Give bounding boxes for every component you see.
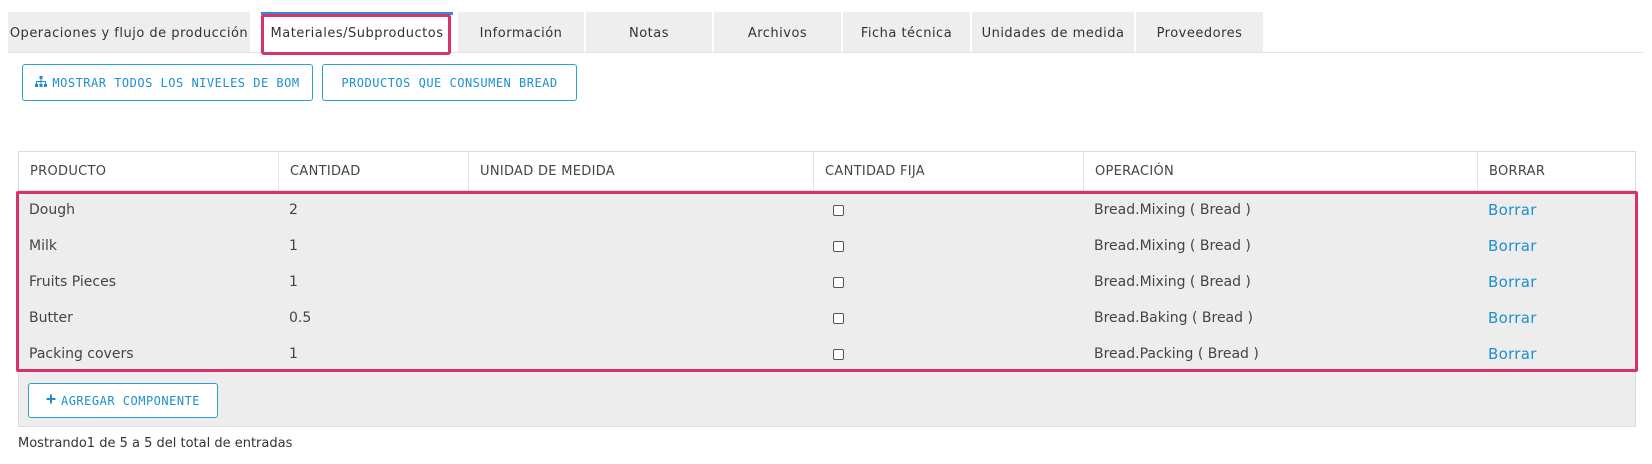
tab-proveedores[interactable]: Proveedores: [1136, 12, 1263, 52]
products-consuming-label: PRODUCTOS QUE CONSUMEN BREAD: [341, 75, 558, 90]
tab-label: Operaciones y flujo de producción: [9, 26, 249, 41]
tab-ficha-tecnica[interactable]: Ficha técnica: [843, 12, 970, 52]
products-consuming-button[interactable]: PRODUCTOS QUE CONSUMEN BREAD: [322, 64, 577, 101]
show-all-bom-levels-button[interactable]: MOSTRAR TODOS LOS NIVELES DE BOM: [22, 64, 313, 101]
plus-icon: [46, 394, 56, 407]
show-all-bom-levels-label: MOSTRAR TODOS LOS NIVELES DE BOM: [52, 75, 300, 90]
column-header-operacion[interactable]: OPERACIÓN: [1084, 152, 1478, 191]
column-header-producto[interactable]: PRODUCTO: [19, 152, 279, 191]
column-header-cantidad[interactable]: CANTIDAD: [279, 152, 469, 191]
tab-label: Proveedores: [1156, 26, 1243, 41]
tab-archivos[interactable]: Archivos: [714, 12, 841, 52]
column-header-unidad-de-medida[interactable]: UNIDAD DE MEDIDA: [469, 152, 814, 191]
tab-label: Información: [479, 26, 563, 41]
tab-label: Unidades de medida: [981, 26, 1125, 41]
active-tab-highlight: [261, 14, 451, 55]
pagination-info: Mostrando1 de 5 a 5 del total de entrada…: [18, 436, 293, 451]
tab-label: Ficha técnica: [860, 26, 953, 41]
tab-operaciones[interactable]: Operaciones y flujo de producción: [8, 12, 250, 52]
sitemap-icon: [35, 75, 48, 90]
tab-bar: Operaciones y flujo de producción Materi…: [8, 12, 1644, 53]
tab-notas[interactable]: Notas: [586, 12, 712, 52]
tab-informacion[interactable]: Información: [458, 12, 584, 52]
tab-label: Archivos: [747, 26, 808, 41]
add-component-button[interactable]: AGREGAR COMPONENTE: [28, 383, 218, 418]
add-component-label: AGREGAR COMPONENTE: [60, 393, 201, 408]
table-header: PRODUCTO CANTIDAD UNIDAD DE MEDIDA CANTI…: [19, 152, 1635, 191]
tab-unidades-de-medida[interactable]: Unidades de medida: [972, 12, 1134, 52]
column-header-cantidad-fija[interactable]: CANTIDAD FIJA: [814, 152, 1084, 191]
column-header-borrar[interactable]: BORRAR: [1478, 152, 1635, 191]
tab-label: Notas: [628, 26, 669, 41]
rows-highlight: [16, 191, 1638, 372]
